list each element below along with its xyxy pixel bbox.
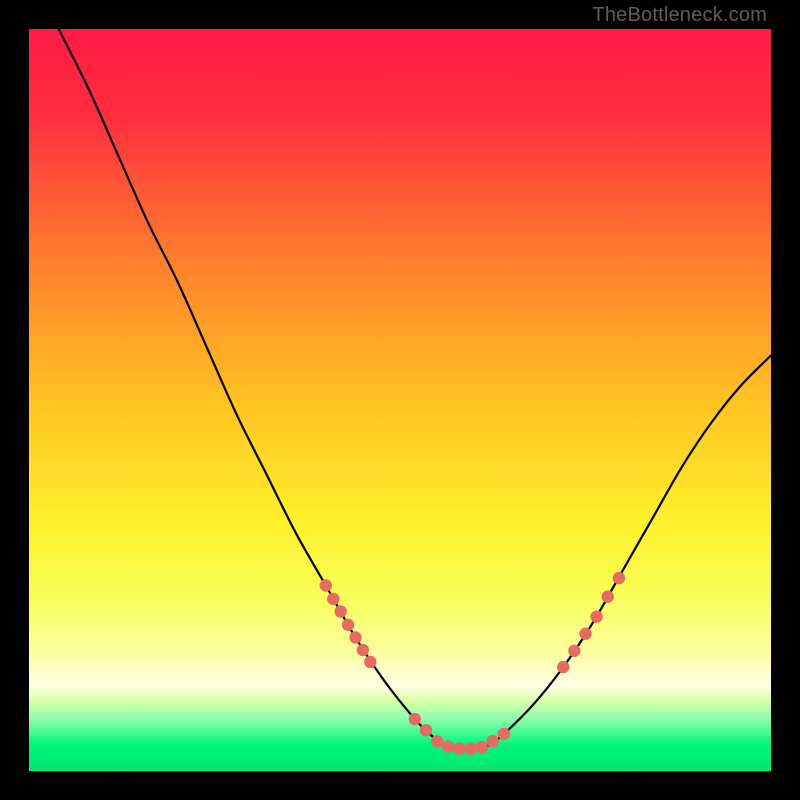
curve-marker bbox=[557, 661, 569, 673]
curve-marker bbox=[357, 644, 369, 656]
curve-marker bbox=[498, 728, 510, 740]
curve-marker bbox=[487, 735, 499, 747]
gradient-background bbox=[29, 29, 771, 771]
bottleneck-chart bbox=[29, 29, 771, 771]
curve-marker bbox=[442, 740, 454, 752]
curve-marker bbox=[342, 619, 354, 631]
curve-marker bbox=[349, 631, 361, 643]
curve-marker bbox=[420, 724, 432, 736]
curve-marker bbox=[464, 743, 476, 755]
curve-marker bbox=[320, 579, 332, 591]
curve-marker bbox=[568, 645, 580, 657]
curve-marker bbox=[579, 628, 591, 640]
curve-marker bbox=[475, 741, 487, 753]
watermark-text: TheBottleneck.com bbox=[592, 4, 767, 27]
curve-marker bbox=[453, 743, 465, 755]
curve-marker bbox=[327, 593, 339, 605]
curve-marker bbox=[334, 605, 346, 617]
curve-marker bbox=[613, 572, 625, 584]
curve-marker bbox=[431, 735, 443, 747]
curve-marker bbox=[590, 610, 602, 622]
chart-frame bbox=[29, 29, 771, 771]
curve-marker bbox=[602, 590, 614, 602]
curve-marker bbox=[364, 656, 376, 668]
curve-marker bbox=[409, 713, 421, 725]
